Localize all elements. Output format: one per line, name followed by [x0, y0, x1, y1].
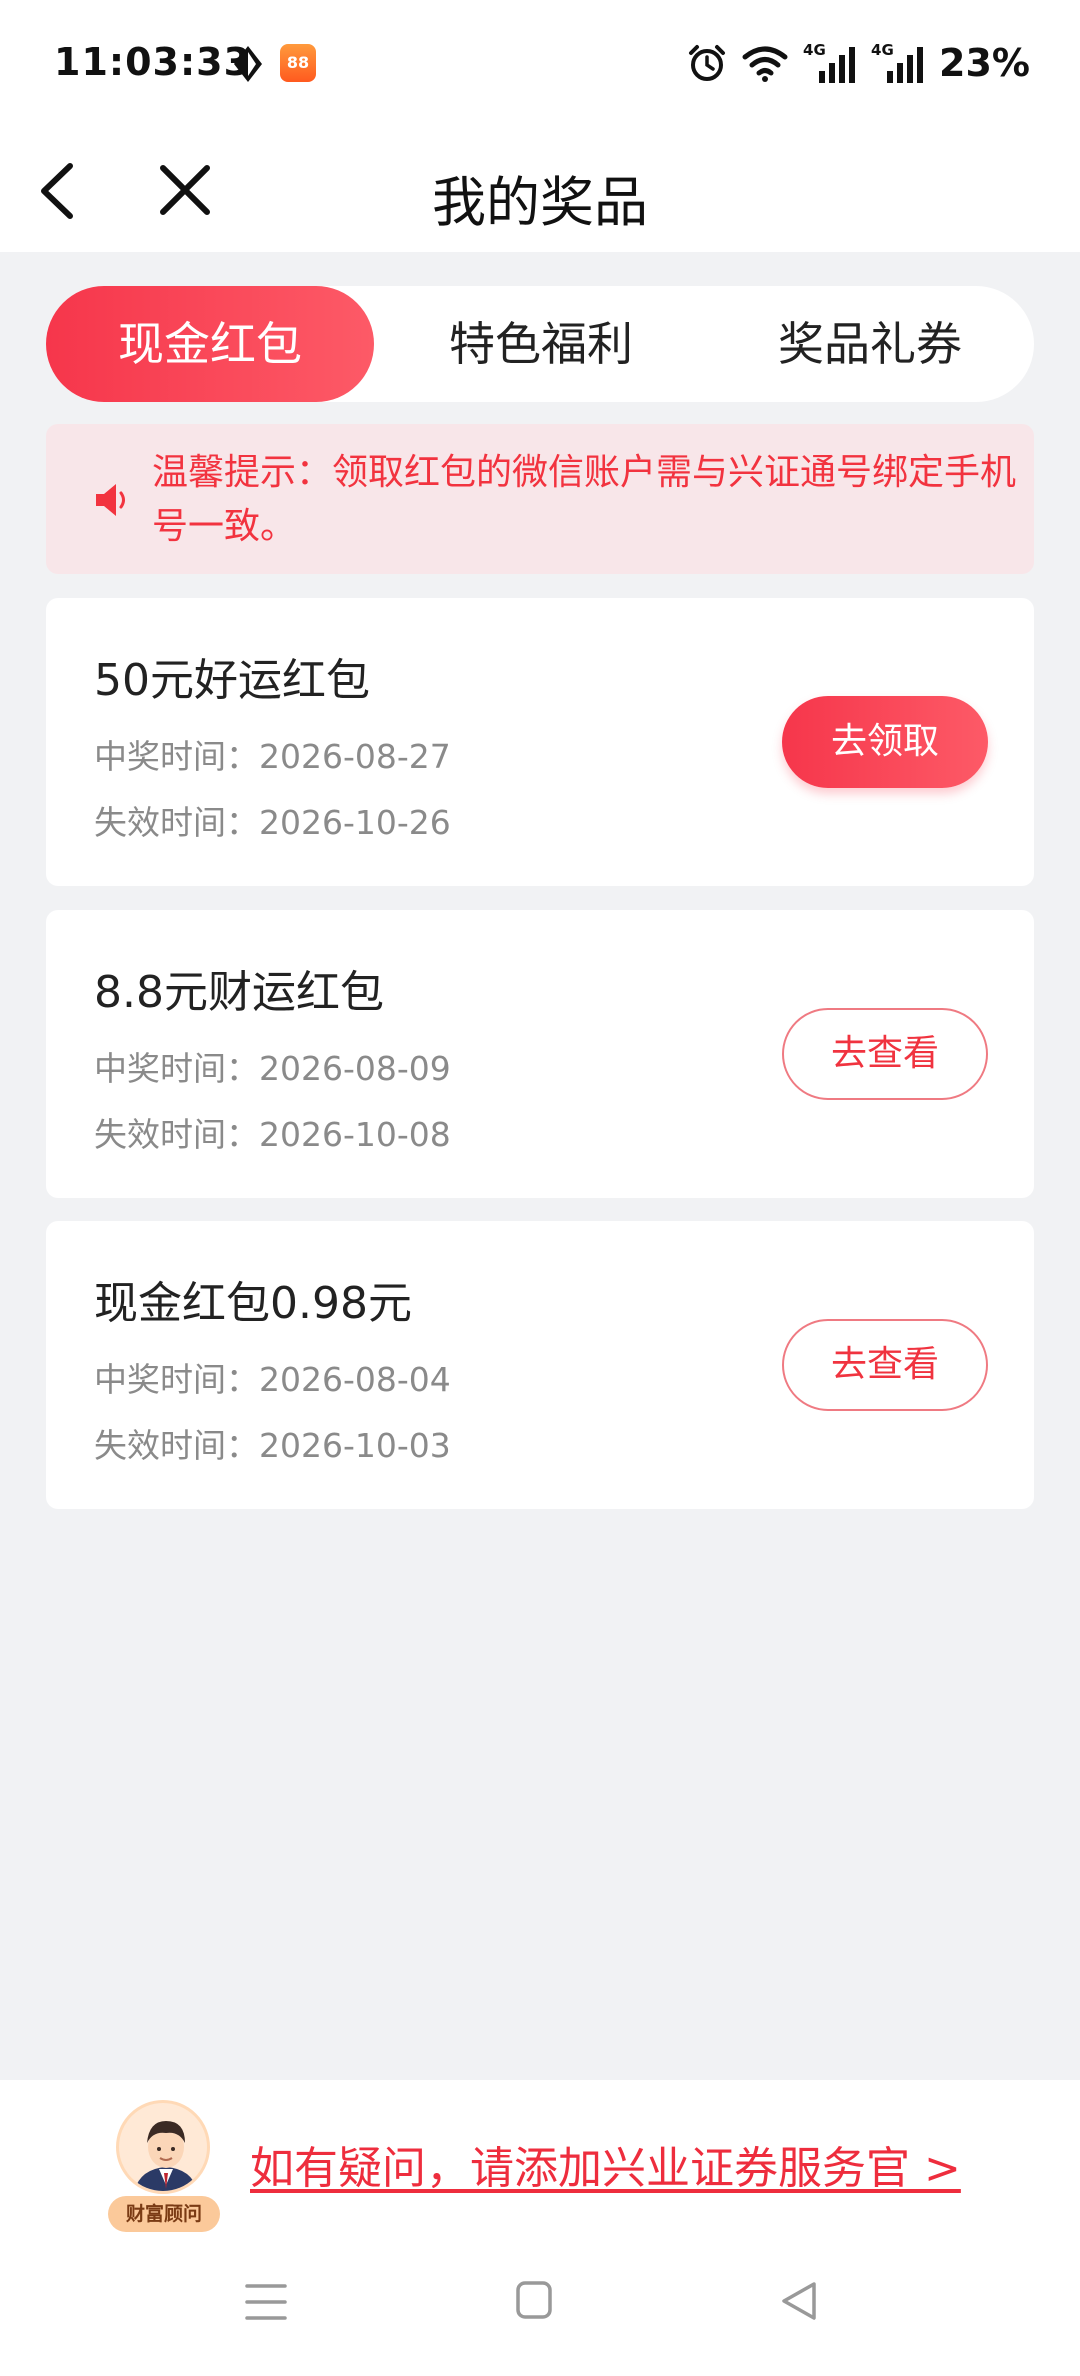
tab-special-benefits[interactable]: 特色福利: [376, 286, 706, 402]
notice-banner: 温馨提示：领取红包的微信账户需与兴证通号绑定手机号一致。: [46, 424, 1034, 574]
signal-icon: [887, 47, 924, 83]
status-bar: 11:03:33 88 4G 4G 23%: [0, 0, 1080, 130]
wifi-icon: [742, 46, 788, 82]
prize-title: 现金红包0.98元: [94, 1278, 412, 1329]
app-notification-icon: 88: [280, 44, 316, 82]
menu-icon[interactable]: [245, 2282, 287, 2322]
prize-tabs: 现金红包 特色福利 奖品礼券: [46, 286, 1034, 402]
advisor-badge: 财富顾问: [108, 2196, 220, 2232]
signal-icon: [819, 47, 856, 83]
claim-button[interactable]: 去领取: [782, 696, 988, 788]
win-time: 中奖时间：2026-08-27: [94, 737, 451, 776]
system-nav-bar: [0, 2250, 1080, 2376]
status-right: 4G 4G 23%: [687, 38, 1030, 88]
prize-card: 现金红包0.98元 中奖时间：2026-08-04 失效时间：2026-10-0…: [46, 1221, 1034, 1509]
signal-1: 4G: [803, 41, 857, 85]
advisor-avatar[interactable]: 财富顾问: [108, 2100, 220, 2232]
help-link[interactable]: 如有疑问，请添加兴业证券服务官 >: [250, 2132, 961, 2196]
diamond-app-icon: [234, 46, 262, 82]
win-time: 中奖时间：2026-08-04: [94, 1360, 451, 1399]
prize-card: 50元好运红包 中奖时间：2026-08-27 失效时间：2026-10-26 …: [46, 598, 1034, 886]
speaker-icon: [96, 484, 125, 516]
expire-time: 失效时间：2026-10-03: [94, 1426, 451, 1465]
status-time: 11:03:33: [54, 40, 252, 84]
view-button[interactable]: 去查看: [782, 1008, 988, 1100]
signal-2: 4G: [871, 41, 925, 85]
tab-prize-coupons[interactable]: 奖品礼券: [706, 286, 1034, 402]
page-title: 我的奖品: [432, 171, 648, 234]
prize-card: 8.8元财运红包 中奖时间：2026-08-09 失效时间：2026-10-08…: [46, 910, 1034, 1198]
prize-title: 8.8元财运红包: [94, 967, 384, 1018]
avatar: [116, 2100, 210, 2194]
nav-bar: 我的奖品: [0, 130, 1080, 252]
view-button[interactable]: 去查看: [782, 1319, 988, 1411]
expire-time: 失效时间：2026-10-26: [94, 803, 451, 842]
alarm-icon: [689, 45, 726, 81]
win-time: 中奖时间：2026-08-09: [94, 1049, 451, 1088]
battery-level: 23%: [939, 41, 1030, 85]
expire-time: 失效时间：2026-10-08: [94, 1115, 451, 1154]
tab-cash-red-packet[interactable]: 现金红包: [46, 286, 374, 402]
notice-text: 温馨提示：领取红包的微信账户需与兴证通号绑定手机号一致。: [152, 452, 1017, 547]
prize-title: 50元好运红包: [94, 655, 370, 706]
home-icon[interactable]: [515, 2280, 553, 2320]
advisor-portrait-icon: [134, 2121, 198, 2191]
back-triangle-icon[interactable]: [778, 2280, 820, 2322]
